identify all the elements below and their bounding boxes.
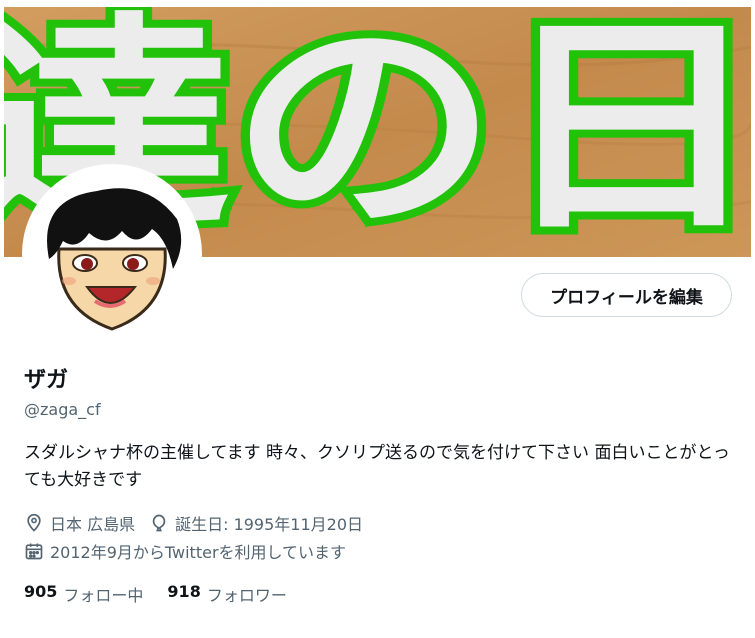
avatar-illustration [27,169,197,339]
location-pin-icon [24,513,44,533]
followers-label: フォロワー [206,586,287,605]
calendar-icon [24,541,44,561]
avatar[interactable] [27,169,197,339]
profile-bio: スダルシャナ杯の主催してます 時々、クソリプ送るので気を付けて下さい 面白いこと… [24,443,730,490]
joined-text: 2012年9月からTwitterを利用しています [50,543,347,562]
birthday-item: 誕生日: 1995年11月20日 [149,511,363,535]
following-label: フォロー中 [63,586,144,605]
profile-meta-row: 日本 広島県 誕生日: 1995年11月20日 [24,511,377,535]
following-count: 905 [24,582,58,601]
follow-stats: 905 フォロー中 918 フォロワー [24,582,311,606]
user-handle: @zaga_cf [24,400,101,419]
birthday-text: 誕生日: 1995年11月20日 [175,515,364,534]
location-text: 日本 広島県 [50,515,136,534]
location-item: 日本 広島県 [24,511,135,535]
top-strip [0,0,755,7]
edit-profile-button[interactable]: プロフィールを編集 [521,273,732,317]
followers-link[interactable]: 918 フォロワー [167,582,286,606]
joined-row: 2012年9月からTwitterを利用しています [24,539,360,563]
balloon-icon [149,513,169,533]
avatar-ring [22,164,202,344]
following-link[interactable]: 905 フォロー中 [24,582,143,606]
followers-count: 918 [167,582,201,601]
display-name: ザガ [24,368,69,393]
joined-item: 2012年9月からTwitterを利用しています [24,539,346,563]
